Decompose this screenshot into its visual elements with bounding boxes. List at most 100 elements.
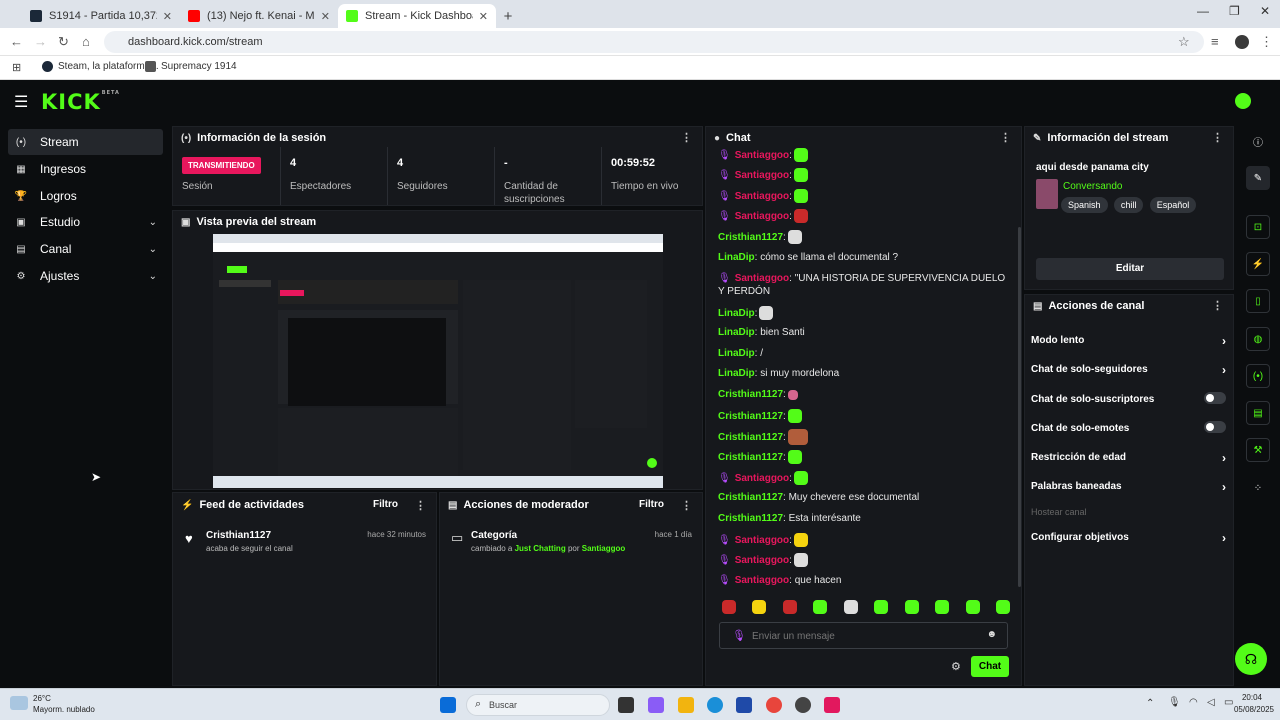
emote-button[interactable]	[935, 600, 950, 614]
camera-icon[interactable]: ⊡	[1246, 215, 1270, 239]
reload-icon[interactable]: ↻	[58, 34, 69, 50]
profile-avatar[interactable]	[1235, 35, 1249, 49]
document-icon[interactable]: ▯	[1246, 289, 1270, 313]
close-window-icon[interactable]: ✕	[1260, 4, 1270, 18]
sidebar-item-ajustes[interactable]: ⚙ Ajustes ⌄	[8, 263, 163, 289]
chat-username[interactable]: Santiaggoo	[735, 150, 789, 161]
more-options-icon[interactable]: ⋮	[681, 131, 692, 144]
info-icon[interactable]: ⓘ	[1246, 129, 1270, 153]
broadcast-rail-icon[interactable]: (•)	[1246, 364, 1270, 388]
chat-icon[interactable]: ◍	[1246, 327, 1270, 351]
emote-button[interactable]	[843, 600, 858, 614]
minimize-icon[interactable]: —	[1197, 4, 1209, 18]
emote-button[interactable]	[965, 600, 980, 614]
chat-username[interactable]: Cristhian1127	[718, 411, 783, 422]
chat-settings-gear-icon[interactable]: ⚙	[951, 660, 961, 673]
store-icon[interactable]	[736, 697, 752, 713]
chat-username[interactable]: LinaDip	[718, 368, 755, 379]
chat-username[interactable]: Santiaggoo	[735, 575, 789, 586]
action-age-restriction[interactable]: Restricción de edad ›	[1031, 451, 1226, 465]
emote-button[interactable]	[722, 600, 736, 614]
media-control-icon[interactable]: ≡	[1211, 34, 1219, 49]
emote-button[interactable]	[782, 600, 797, 614]
more-options-icon[interactable]: ⋮	[415, 499, 426, 512]
task-view-icon[interactable]	[618, 697, 634, 713]
close-tab-icon[interactable]: ✕	[479, 10, 488, 23]
emote-button[interactable]	[904, 600, 919, 614]
chat-username[interactable]: Cristhian1127	[718, 389, 783, 400]
more-options-icon[interactable]: ⋮	[1212, 131, 1223, 144]
url-input[interactable]: dashboard.kick.com/stream	[104, 31, 1204, 53]
chat-username[interactable]: Santiaggoo	[735, 191, 789, 202]
browser-tab-3[interactable]: Stream - Kick Dashboard ✕	[338, 4, 496, 28]
chat-username[interactable]: LinaDip	[718, 252, 755, 263]
emote-button[interactable]	[752, 600, 767, 614]
chat-username[interactable]: Santiaggoo	[735, 170, 789, 181]
stream-preview-video[interactable]	[213, 234, 663, 488]
chrome-icon[interactable]	[766, 697, 782, 713]
forward-icon[interactable]: →	[34, 34, 47, 49]
more-options-icon[interactable]: ⋮	[681, 499, 692, 512]
bookmark-star-icon[interactable]: ☆	[1178, 34, 1190, 50]
weather-temp[interactable]: 26°C	[33, 694, 51, 703]
chat-input[interactable]	[752, 628, 972, 644]
sidebar-item-canal[interactable]: ▤ Canal ⌄	[8, 236, 163, 262]
file-explorer-icon[interactable]	[678, 697, 694, 713]
more-options-icon[interactable]: ⋮	[1212, 299, 1223, 312]
edge-icon[interactable]	[707, 697, 723, 713]
chat-username[interactable]: LinaDip	[718, 348, 755, 359]
chat-username[interactable]: Cristhian1127	[718, 492, 783, 503]
category-name[interactable]: Conversando	[1063, 181, 1122, 192]
chat-username[interactable]: Santiaggoo	[735, 273, 789, 284]
hamburger-menu-icon[interactable]: ☰	[14, 92, 28, 112]
mod-desc-user[interactable]: Santiaggoo	[582, 544, 626, 553]
chat-username[interactable]: Cristhian1127	[718, 452, 783, 463]
wifi-icon[interactable]: ◠	[1189, 697, 1198, 708]
more-options-icon[interactable]: ⋮	[1000, 131, 1011, 144]
user-avatar[interactable]	[1235, 93, 1251, 109]
emoji-picker-icon[interactable]: ☻	[986, 629, 997, 640]
action-followers-only[interactable]: Chat de solo-seguidores ›	[1031, 363, 1226, 377]
sidebar-item-stream[interactable]: (•) Stream	[8, 129, 163, 155]
mod-desc-category[interactable]: Just Chatting	[515, 544, 566, 553]
chat-username[interactable]: Cristhian1127	[718, 232, 783, 243]
browser-menu-icon[interactable]: ⋮	[1260, 34, 1273, 50]
emotes-only-toggle[interactable]	[1204, 421, 1226, 433]
integrations-icon[interactable]: ⁘	[1246, 476, 1270, 500]
clock-time[interactable]: 20:04	[1222, 693, 1262, 702]
chat-username[interactable]: Cristhian1127	[718, 432, 783, 443]
mod-filter-button[interactable]: Filtro	[639, 499, 664, 510]
back-icon[interactable]: ←	[10, 34, 23, 49]
maximize-icon[interactable]: ❐	[1229, 4, 1240, 18]
tray-chevron-icon[interactable]: ⌃	[1146, 698, 1154, 709]
kick-logo[interactable]: KICKBETA	[41, 90, 120, 114]
lightning-icon[interactable]: ⚡	[1246, 252, 1270, 276]
emote-button[interactable]	[874, 600, 889, 614]
action-slow-mode[interactable]: Modo lento ›	[1031, 334, 1226, 348]
action-configure-goals[interactable]: Configurar objetivos ›	[1031, 531, 1226, 545]
wrench-icon[interactable]: ⚒	[1246, 438, 1270, 462]
support-headset-icon[interactable]: ☊	[1235, 643, 1267, 675]
chat-username[interactable]: Santiaggoo	[735, 555, 789, 566]
bookmark-supremacy[interactable]: Supremacy 1914	[145, 61, 237, 72]
feed-user[interactable]: Cristhian1127	[206, 530, 271, 541]
list-icon[interactable]: ▤	[1246, 401, 1270, 425]
new-tab-button[interactable]: +	[496, 4, 520, 28]
pencil-icon[interactable]: ✎	[1246, 166, 1270, 190]
chat-scrollbar[interactable]	[1018, 227, 1021, 587]
copilot-icon[interactable]	[648, 697, 664, 713]
taskbar-search[interactable]: ⌕ Buscar	[466, 694, 610, 716]
chat-username[interactable]: Santiaggoo	[735, 473, 789, 484]
chat-username[interactable]: LinaDip	[718, 327, 755, 338]
emote-button[interactable]	[813, 600, 828, 614]
chat-username[interactable]: LinaDip	[718, 308, 755, 319]
browser-tab-1[interactable]: S1914 - Partida 10,372,790 ✕	[22, 4, 180, 28]
sidebar-item-logros[interactable]: 🏆 Logros	[8, 183, 163, 209]
mic-tray-icon[interactable]: 🎙	[1168, 697, 1181, 708]
send-chat-button[interactable]: Chat	[971, 656, 1009, 677]
subscribers-only-toggle[interactable]	[1204, 392, 1226, 404]
weather-desc[interactable]: Mayorm. nublado	[33, 705, 95, 714]
action-banned-words[interactable]: Palabras baneadas ›	[1031, 480, 1226, 494]
sidebar-item-estudio[interactable]: ▣ Estudio ⌄	[8, 209, 163, 235]
feed-filter-button[interactable]: Filtro	[373, 499, 398, 510]
